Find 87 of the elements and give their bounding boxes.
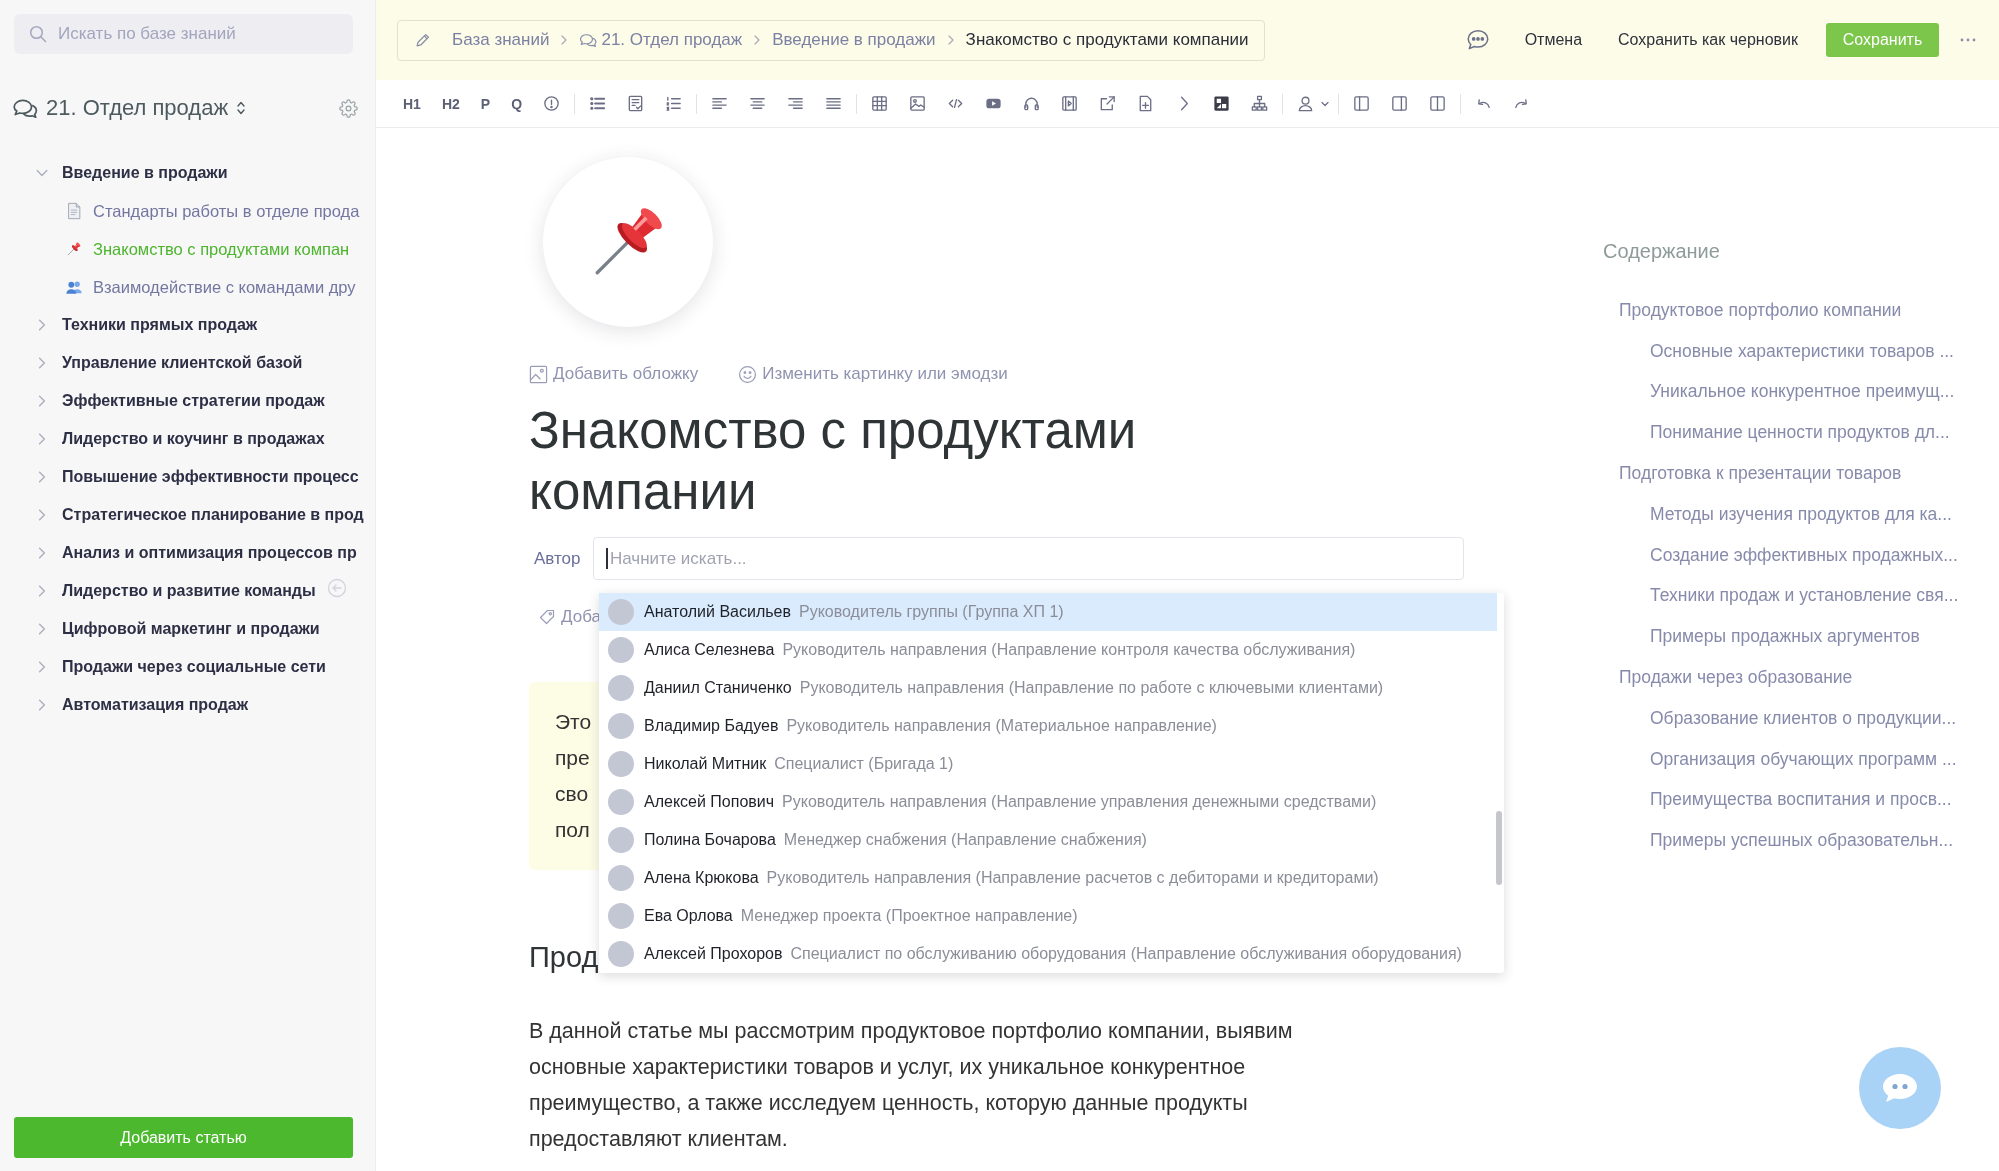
toc-link[interactable]: Понимание ценности продуктов дл...	[1650, 422, 1950, 444]
author-option[interactable]: Владимир Бадуев Руководитель направления (Материальное направление)	[599, 707, 1497, 745]
speech-bubble-icon	[1880, 1071, 1920, 1105]
tree-item[interactable]: Введение в продажи	[36, 154, 228, 192]
tree-item[interactable]: Лидерство и развитие команды	[36, 572, 316, 610]
author-option[interactable]: Анатолий Васильев Руководитель группы (Группа ХП 1)	[599, 593, 1497, 631]
callout-text: пол	[555, 817, 590, 843]
tree-item[interactable]: Взаимодействие с командами дру	[65, 268, 356, 306]
search-field[interactable]: Искать по базе знаний	[14, 14, 353, 54]
scrollbar-thumb[interactable]	[1496, 811, 1502, 885]
toc-link[interactable]: Основные характеристики товаров ...	[1650, 340, 1954, 362]
author-label: Автор	[533, 548, 582, 569]
toolbar-button[interactable]: H2	[435, 88, 466, 119]
chevron-right-icon	[560, 35, 569, 45]
avatar	[608, 865, 634, 891]
smiley-icon	[738, 364, 758, 384]
more-icon[interactable]	[1959, 37, 1977, 43]
author-option[interactable]: Полина Бочарова Менеджер снабжения (Направление снабжения)	[599, 821, 1497, 859]
avatar	[608, 827, 634, 853]
section-heading: Прод	[529, 940, 599, 975]
breadcrumb-item[interactable]: База знаний	[452, 30, 550, 50]
callout-text: пре	[555, 745, 590, 771]
breadcrumb-item[interactable]: Знакомство с продуктами компании	[965, 30, 1249, 50]
settings-icon[interactable]	[339, 98, 358, 118]
toc-link[interactable]: Продуктовое портфолио компании	[1619, 299, 1902, 321]
toolbar-button[interactable]: H1	[397, 88, 427, 119]
image-icon	[529, 364, 548, 384]
space-title[interactable]: 21. Отдел продаж	[46, 95, 229, 121]
chevron-right-icon	[753, 35, 762, 45]
avatar	[608, 637, 634, 663]
author-option[interactable]: Николай Митник Специалист (Бригада 1)	[599, 745, 1497, 783]
toc-title: Содержание	[1603, 239, 1720, 264]
breadcrumb-item[interactable]: Введение в продажи	[772, 30, 936, 50]
updown-caret-icon[interactable]	[236, 100, 247, 116]
document-icon	[65, 202, 83, 220]
breadcrumb-item[interactable]: 21. Отдел продаж	[579, 30, 743, 50]
toc-link[interactable]: Примеры успешных образовательн...	[1650, 830, 1953, 852]
tree-item[interactable]: Цифровой маркетинг и продажи	[36, 610, 320, 648]
toc-link[interactable]: Методы изучения продуктов для ка...	[1650, 503, 1952, 525]
tree-item[interactable]: Стратегическое планирование в прод	[36, 496, 364, 534]
author-option[interactable]: Алексей Прохоров Специалист по обслуживанию оборудования (Направление обслуживания оборудования)	[599, 935, 1497, 973]
toolbar-button[interactable]: Q	[505, 88, 529, 119]
tree-item[interactable]: Эффективные стратегии продаж	[36, 382, 325, 420]
save-draft-button[interactable]: Сохранить как черновик	[1610, 25, 1806, 55]
toc-link[interactable]: Создание эффективных продажных...	[1650, 544, 1958, 566]
avatar	[608, 713, 634, 739]
author-option[interactable]: Алиса Селезнева Руководитель направления (Направление контроля качества обслуживания)	[599, 631, 1497, 669]
article-title: Знакомство с продуктами компании	[529, 401, 1138, 522]
toc-link[interactable]: Примеры продажных аргументов	[1650, 626, 1920, 648]
toolbar-button[interactable]: P	[474, 88, 497, 119]
pushpin-icon	[65, 240, 83, 258]
chat-bubbles-icon	[579, 31, 598, 49]
toc-link[interactable]: Подготовка к презентации товаров	[1619, 463, 1902, 485]
avatar	[608, 751, 634, 777]
tree-item[interactable]: Техники прямых продаж	[36, 306, 258, 344]
pencil-icon[interactable]	[414, 31, 432, 49]
toc-link[interactable]: Организация обучающих программ ...	[1650, 748, 1957, 770]
author-option[interactable]: Ева Орлова Менеджер проекта (Проектное направление)	[599, 897, 1497, 935]
toc-link[interactable]: Образование клиентов о продукции...	[1650, 707, 1957, 729]
article-paragraph: В данной статье мы рассмотрим продуктовое портфолио компании, выявим основные характеристики товаров и услуг, их уникальное конкурентное преимущество, а также исследуем ценность, которую данные продукты предоставляют клиентам.	[529, 1018, 1294, 1153]
search-icon	[28, 24, 48, 44]
author-field[interactable]: Начните искать...	[593, 537, 1464, 580]
author-option[interactable]: Даниил Станиченко Руководитель направления (Направление по работе с ключевыми клиентами)	[599, 669, 1497, 707]
tree-item[interactable]: Продажи через социальные сети	[36, 648, 326, 686]
tag-icon	[539, 609, 555, 625]
author-option[interactable]: Алена Крюкова Руководитель направления (Направление расчетов с дебиторами и кредиторами)	[599, 859, 1497, 897]
avatar	[608, 941, 634, 967]
tree-item[interactable]: Управление клиентской базой	[36, 344, 303, 382]
callout-text: сво	[555, 781, 589, 807]
chevron-right-icon	[946, 35, 955, 45]
avatar	[608, 903, 634, 929]
text-cursor-icon	[606, 548, 608, 569]
avatar	[608, 675, 634, 701]
toc-link[interactable]: Уникальное конкурентное преимущ...	[1650, 381, 1955, 403]
avatar	[608, 789, 634, 815]
avatar	[608, 599, 634, 625]
callout-text: Это	[555, 709, 592, 735]
toc-link[interactable]: Преимущества воспитания и просв...	[1650, 789, 1952, 811]
tree-item[interactable]: Автоматизация продаж	[36, 686, 249, 724]
tree-item[interactable]: Лидерство и коучинг в продажах	[36, 420, 325, 458]
author-option[interactable]: Алексей Попович Руководитель направления (Направление управления денежными средствами)	[599, 783, 1497, 821]
toc-link[interactable]: Продажи через образование	[1619, 667, 1853, 689]
tree-item[interactable]: Стандарты работы в отделе прода	[65, 192, 360, 230]
cancel-button[interactable]: Отмена	[1516, 25, 1591, 55]
toc-link[interactable]: Техники продаж и установление свя...	[1650, 585, 1959, 607]
tree-item[interactable]: Анализ и оптимизация процессов пр	[36, 534, 357, 572]
tree-item[interactable]: Повышение эффективности процесс	[36, 458, 359, 496]
